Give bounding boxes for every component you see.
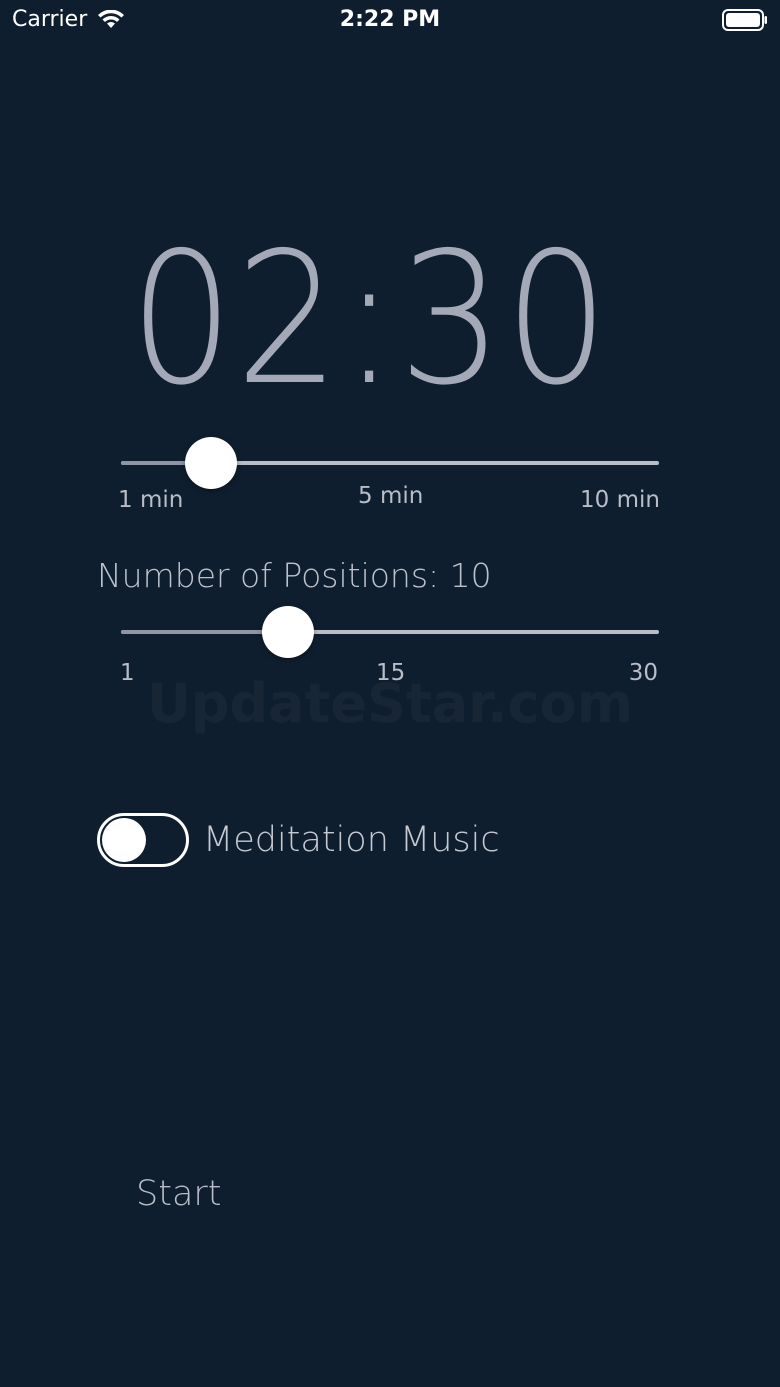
start-button[interactable]: Start [136,1174,222,1214]
duration-max-label: 10 min [580,487,660,513]
meditation-music-label: Meditation Music [203,820,500,860]
meditation-music-toggle[interactable] [97,813,189,867]
duration-slider-thumb[interactable] [184,437,237,489]
status-bar: Carrier 2:22 PM [0,0,780,40]
status-time: 2:22 PM [339,7,441,32]
duration-min-label: 1 min [118,487,184,513]
positions-slider[interactable] [121,604,659,660]
battery-icon [722,9,768,35]
positions-heading: Number of Positions: 10 [97,556,492,595]
meditation-music-row: Meditation Music [97,813,500,867]
toggle-knob [102,818,146,862]
watermark: UpdateStar.com [0,672,780,735]
duration-mid-label: 5 min [358,483,424,509]
timer-display: 02:30 [129,213,611,425]
positions-slider-thumb[interactable] [261,606,314,658]
